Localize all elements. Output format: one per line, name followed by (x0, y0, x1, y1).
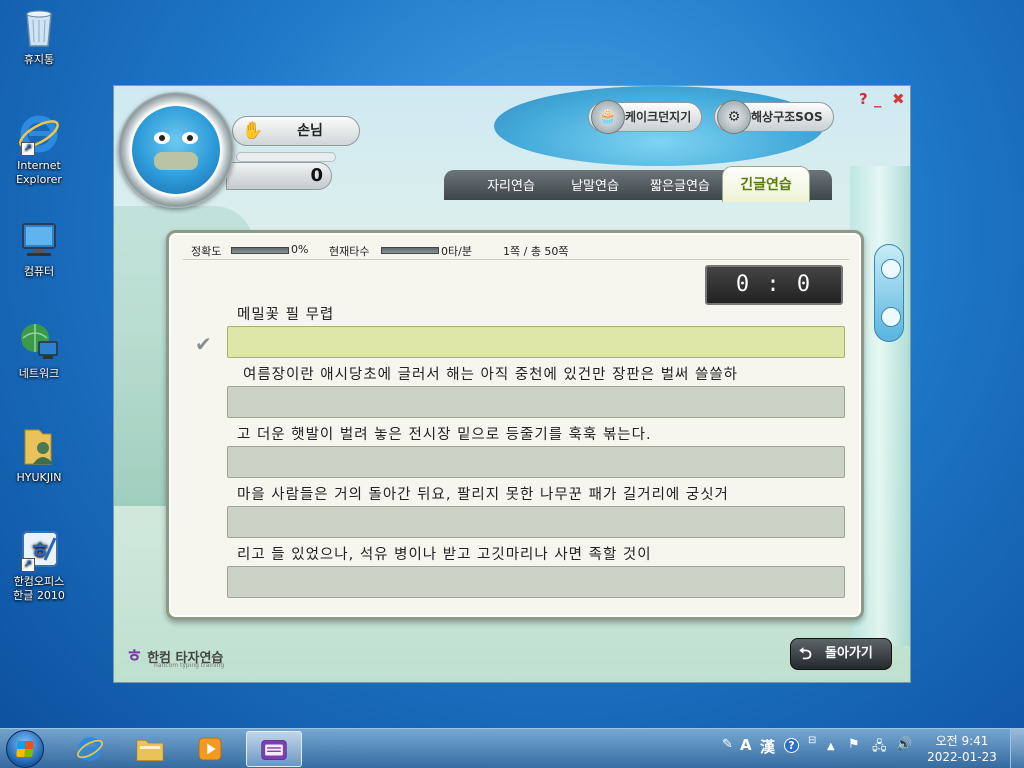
timer-display: 0 : 0 (705, 265, 843, 305)
show-desktop-button[interactable] (1010, 729, 1024, 768)
hand-icon: ✋ (242, 121, 264, 141)
speed-bar (381, 247, 439, 254)
desktop-icon-hancom-hangul[interactable]: ㅎ ↗ 한컴오피스 한글 2010 (8, 528, 70, 603)
typing-input-3[interactable] (227, 446, 845, 478)
taskbar-file-explorer[interactable] (122, 731, 178, 767)
network-tray-icon[interactable]: 🖧 (872, 737, 887, 759)
sea-rescue-sos-label: 해상구조SOS (751, 110, 823, 124)
practice-panel: 정확도 0% 현재타수 0타/분 1쪽 / 총 50쪽 0 : 0 메밀꽃 필 … (166, 230, 864, 620)
tab-word[interactable]: 낱말연습 (558, 174, 632, 200)
language-bar-icon[interactable]: ✎ (722, 737, 733, 752)
typing-input-4[interactable] (227, 506, 845, 538)
accuracy-value: 0% (291, 243, 309, 256)
user-score: 0 (226, 162, 332, 190)
desktop-icon-internet-explorer[interactable]: ↗ Internet Explorer (8, 112, 70, 187)
keyboard-icon (261, 740, 287, 760)
accuracy-label: 정확도 (191, 245, 222, 258)
side-decoration (874, 244, 904, 342)
user-folder-icon (17, 424, 61, 468)
show-hidden-icons-button[interactable]: ▲ (827, 741, 835, 752)
speed-label: 현재타수 (329, 245, 370, 258)
back-arrow-icon: ⮌ (799, 644, 812, 663)
desktop-icon-label: Internet Explorer (16, 159, 62, 186)
source-line-2: 여름장이란 애시당초에 글러서 해는 아직 중천에 있건만 장판은 벌써 쓸쓸하 (243, 367, 739, 383)
desktop-icon-computer[interactable]: 컴퓨터 (8, 218, 70, 279)
windows-logo-icon (16, 741, 34, 757)
page-info: 1쪽 / 총 50쪽 (503, 245, 569, 258)
desktop-icon-user-folder[interactable]: HYUKJIN (8, 424, 70, 485)
computer-icon (17, 218, 61, 262)
media-player-icon (198, 737, 222, 761)
typing-input-2[interactable] (227, 386, 845, 418)
system-clock[interactable]: 오전 9:41 2022-01-23 (920, 733, 1004, 765)
start-button[interactable] (6, 730, 44, 768)
source-line-1: 메밀꽃 필 무렵 (237, 307, 335, 323)
shortcut-arrow-icon: ↗ (21, 558, 35, 572)
desktop-icon-label: 네트워크 (18, 367, 60, 380)
desktop-icon-label: 한컴오피스 한글 2010 (13, 575, 65, 602)
desktop-icon-network[interactable]: 네트워크 (8, 320, 70, 381)
desktop-icon-label: HYUKJIN (16, 471, 62, 484)
source-line-4: 마을 사람들은 거의 돌아간 뒤요, 팔리지 못한 나무꾼 패가 길거리에 궁싯… (237, 487, 729, 503)
accuracy-bar (231, 247, 289, 254)
score-progress-bar (236, 152, 336, 162)
volume-icon[interactable]: 🔊 (896, 737, 912, 752)
avatar-character (132, 106, 220, 194)
action-center-flag-icon[interactable]: ⚑ (848, 737, 860, 752)
cake-icon: 🧁 (591, 100, 625, 134)
avatar (118, 92, 234, 208)
checkmark-icon: ✔ (195, 332, 212, 356)
hancom-logo-icon: ㅎ (126, 646, 143, 667)
sea-rescue-sos-button[interactable]: ⚙ 해상구조SOS (714, 100, 834, 134)
hancom-hangul-icon: ㅎ ↗ (17, 528, 61, 572)
internet-explorer-icon (77, 737, 103, 761)
clock-time: 오전 9:41 (935, 734, 989, 748)
folder-icon (136, 739, 164, 761)
tab-key-position[interactable]: 자리연습 (474, 174, 548, 200)
divider (183, 259, 849, 260)
taskbar-internet-explorer[interactable] (62, 731, 118, 767)
recycle-bin-icon (17, 6, 61, 50)
taskbar: ✎ A 漢 ? ⊟ ▲ ⚑ 🖧 🔊 오전 9:41 2022-01-23 (0, 728, 1024, 768)
gear-icon: ⚙ (717, 100, 751, 134)
logo-subtitle: hancom typing training (154, 662, 225, 669)
minimize-button[interactable]: _ (874, 90, 882, 108)
source-line-5: 리고 들 있었으나, 석유 병이나 받고 고깃마리나 사면 족할 것이 (237, 547, 652, 563)
cake-game-label: 케이크던지기 (625, 110, 692, 124)
tab-short-text[interactable]: 짧은글연습 (638, 174, 722, 200)
typing-practice-window: ? _ ✖ 0 손님 ✋ 🧁 케이크던지기 ⚙ 해상구조SOS 자리연습 낱말연… (113, 85, 911, 683)
tab-long-text[interactable]: 긴글연습 (722, 166, 810, 202)
ime-help-icon[interactable]: ? (784, 738, 799, 753)
speed-value: 0타/분 (441, 245, 472, 258)
network-icon (17, 320, 61, 364)
desktop-icon-label: 휴지통 (23, 53, 55, 66)
taskbar-typing-practice[interactable] (246, 731, 302, 767)
cake-game-button[interactable]: 🧁 케이크던지기 (588, 100, 703, 134)
taskbar-media-player[interactable] (182, 731, 238, 767)
typing-input-1[interactable] (227, 326, 845, 358)
ime-mode-toggle[interactable]: A (740, 736, 752, 754)
shortcut-arrow-icon: ↗ (21, 142, 35, 156)
ime-options-icon[interactable]: ⊟ (808, 735, 816, 746)
internet-explorer-icon: ↗ (17, 112, 61, 156)
close-button[interactable]: ✖ (892, 90, 905, 108)
clock-date: 2022-01-23 (927, 750, 997, 764)
typing-input-5[interactable] (227, 566, 845, 598)
help-button[interactable]: ? (859, 90, 868, 108)
back-button-label: 돌아가기 (825, 646, 873, 661)
desktop-icon-label: 컴퓨터 (23, 265, 55, 278)
hanja-toggle[interactable]: 漢 (760, 736, 775, 757)
source-line-3: 고 더운 햇발이 벌려 놓은 전시장 밑으로 등줄기를 훅훅 볶는다. (237, 427, 652, 443)
back-button[interactable]: ⮌ 돌아가기 (790, 638, 892, 670)
desktop-icon-recycle-bin[interactable]: 휴지통 (8, 6, 70, 67)
